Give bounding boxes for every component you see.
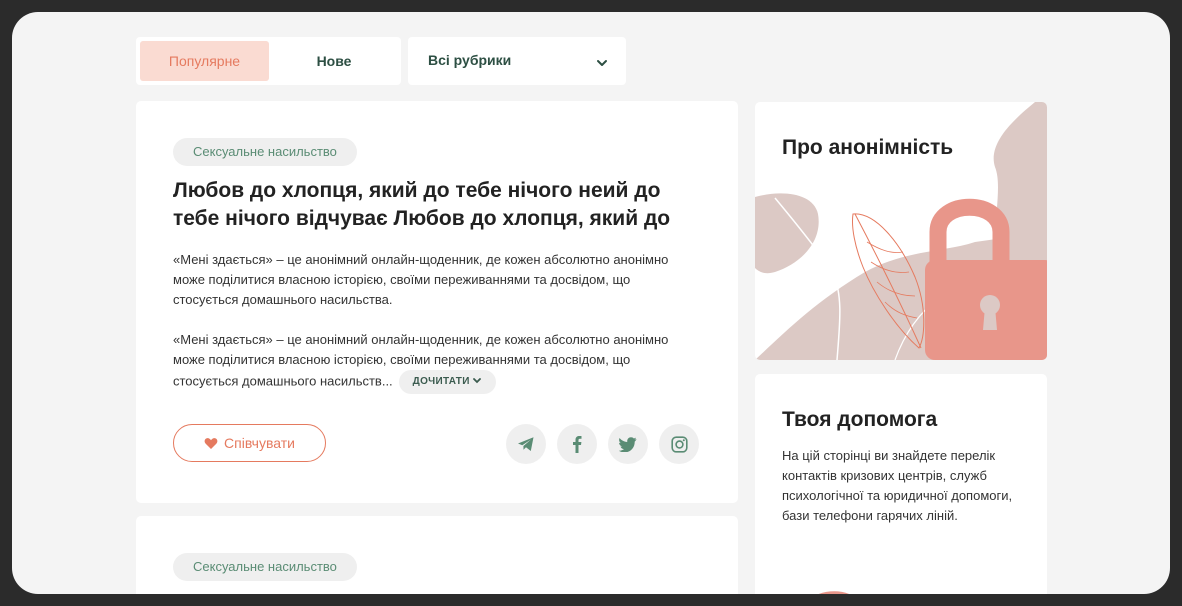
tab-new[interactable]: Нове: [271, 41, 397, 81]
sympathize-button[interactable]: Співчувати: [173, 424, 326, 462]
instagram-icon: [670, 435, 688, 453]
sort-tabs: Популярне Нове: [136, 37, 401, 85]
share-telegram-button[interactable]: [506, 424, 546, 464]
share-instagram-button[interactable]: [659, 424, 699, 464]
category-select-value: Всі рубрики: [428, 52, 512, 68]
sympathize-label: Співчувати: [224, 435, 295, 451]
heart-icon: [204, 437, 218, 449]
category-select[interactable]: Всі рубрики: [408, 37, 626, 85]
anonymity-title: Про анонімність: [782, 136, 954, 159]
story-card: Сексуальне насильство: [136, 516, 738, 594]
story-card: Сексуальне насильство Любов до хлопця, я…: [136, 101, 738, 503]
read-more-button[interactable]: ДОЧИТАТИ: [398, 370, 496, 394]
telegram-icon: [518, 437, 534, 451]
share-twitter-button[interactable]: [608, 424, 648, 464]
help-illustration: [818, 591, 850, 594]
help-description: На цій сторінці ви знайдете перелік конт…: [782, 448, 1013, 523]
tab-popular[interactable]: Популярне: [140, 41, 269, 81]
story-title[interactable]: Любов до хлопця, який до тебе нічого неи…: [173, 177, 703, 233]
anonymity-card[interactable]: Про анонімність: [755, 102, 1047, 360]
twitter-icon: [619, 436, 637, 452]
read-more-label: ДОЧИТАТИ: [412, 376, 470, 387]
share-facebook-button[interactable]: [557, 424, 597, 464]
app-frame: Популярне Нове Всі рубрики Сексуальне на…: [12, 12, 1170, 594]
story-paragraph: «Мені здається» – це анонімний онлайн-що…: [173, 252, 669, 307]
chevron-down-icon: [596, 55, 608, 73]
facebook-icon: [573, 436, 582, 453]
help-title: Твоя допомога: [782, 408, 938, 431]
category-tag[interactable]: Сексуальне насильство: [173, 138, 357, 166]
chevron-down-icon: [472, 378, 481, 384]
category-tag[interactable]: Сексуальне насильство: [173, 553, 357, 581]
story-paragraph-truncated: «Мені здається» – це анонімний онлайн-що…: [173, 330, 673, 394]
help-card[interactable]: Твоя допомога На цій сторінці ви знайдет…: [755, 374, 1047, 594]
